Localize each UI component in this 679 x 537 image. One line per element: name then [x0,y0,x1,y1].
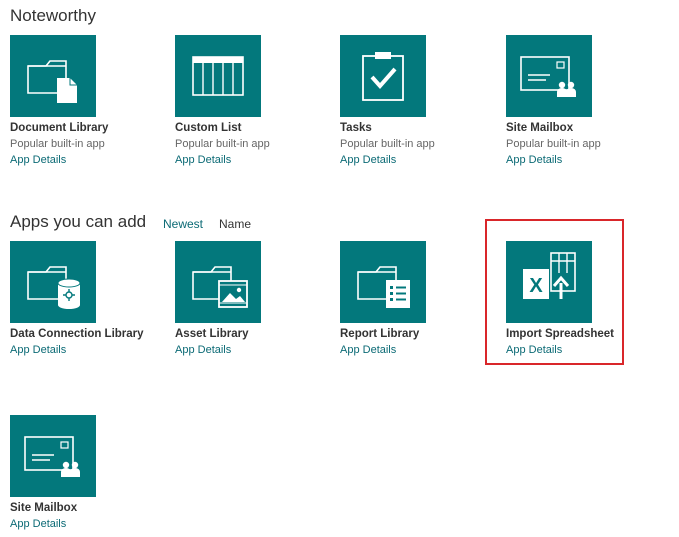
app-details-link[interactable]: App Details [10,344,165,357]
app-subtitle: Popular built-in app [10,138,105,150]
app-details-link[interactable]: App Details [340,154,495,167]
app-details-link[interactable]: App Details [175,344,330,357]
app-subtitle: Popular built-in app [340,138,435,150]
app-details-link[interactable]: App Details [340,344,495,357]
app-title[interactable]: Site Mailbox [506,122,661,135]
app-details-link[interactable]: App Details [506,154,661,167]
app-tile-document-library[interactable]: Document Library Popular built-in app Ap… [10,35,165,167]
site-mailbox-icon[interactable] [10,415,96,497]
app-tile-asset-library[interactable]: Asset Library App Details [175,241,330,357]
app-details-link[interactable]: App Details [10,154,165,167]
app-tile-custom-list[interactable]: Custom List Popular built-in app App Det… [175,35,330,167]
app-title[interactable]: Custom List [175,122,330,135]
app-title[interactable]: Report Library [340,328,495,341]
document-library-icon[interactable] [10,35,96,117]
sort-newest-link[interactable]: Newest [163,217,203,231]
app-tile-report-library[interactable]: Report Library App Details [340,241,495,357]
app-tile-data-connection-library[interactable]: Data Connection Library App Details [10,241,165,357]
app-title[interactable]: Document Library [10,122,165,135]
report-library-icon[interactable] [340,241,426,323]
app-subtitle: Popular built-in app [506,138,601,150]
app-details-link[interactable]: App Details [10,518,165,531]
app-title[interactable]: Tasks [340,122,495,135]
site-mailbox-icon[interactable] [506,35,592,117]
tasks-icon[interactable] [340,35,426,117]
app-tile-site-mailbox-2[interactable]: Site Mailbox App Details [10,415,165,531]
highlight-box [485,219,624,365]
app-subtitle: Popular built-in app [175,138,270,150]
app-title[interactable]: Asset Library [175,328,330,341]
app-title[interactable]: Site Mailbox [10,502,165,515]
asset-library-icon[interactable] [175,241,261,323]
sort-name-link[interactable]: Name [219,217,251,231]
app-title[interactable]: Data Connection Library [10,328,165,341]
data-connection-library-icon[interactable] [10,241,96,323]
app-tile-tasks[interactable]: Tasks Popular built-in app App Details [340,35,495,167]
section-title-noteworthy: Noteworthy [10,6,96,25]
app-tile-site-mailbox[interactable]: Site Mailbox Popular built-in app App De… [506,35,661,167]
app-details-link[interactable]: App Details [175,154,330,167]
custom-list-icon[interactable] [175,35,261,117]
section-title-apps-you-can-add: Apps you can add [10,212,147,231]
